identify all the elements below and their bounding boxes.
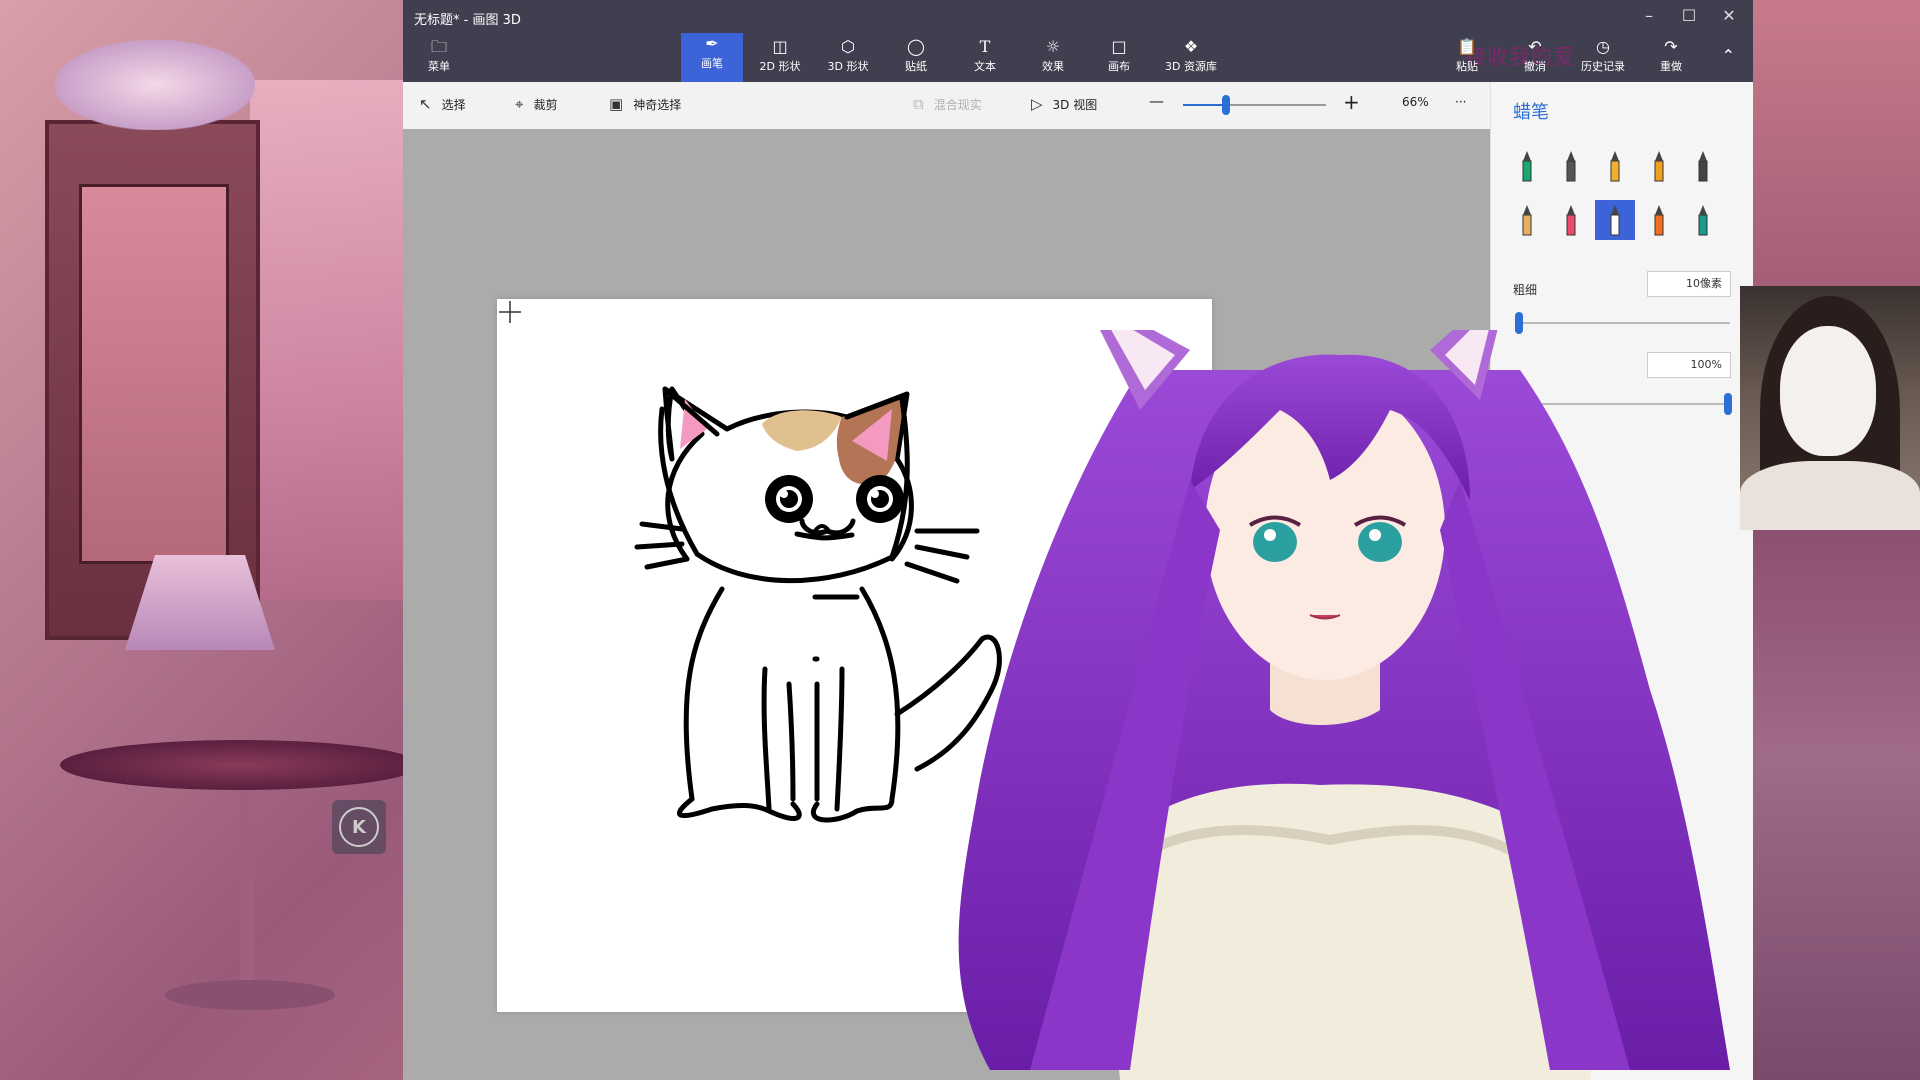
spray-can-icon bbox=[1654, 205, 1664, 236]
crosshair-cursor-icon bbox=[499, 301, 521, 323]
brush-pixel-pen[interactable] bbox=[1683, 146, 1723, 186]
eraser-icon bbox=[1566, 205, 1576, 236]
select-tool[interactable]: ↖ 选择 bbox=[419, 95, 466, 113]
thickness-slider[interactable] bbox=[1515, 312, 1730, 334]
view-3d-icon: ▷ bbox=[1031, 95, 1043, 113]
redo-button[interactable]: ↷ 重做 bbox=[1640, 36, 1702, 82]
panel-title: 蜡笔 bbox=[1513, 102, 1549, 123]
paste-icon: 📋 bbox=[1457, 37, 1477, 56]
taskbar-app-k[interactable]: K bbox=[332, 800, 386, 854]
window-title: 无标题* - 画图 3D bbox=[414, 13, 521, 28]
2d-shapes-icon: ◫ bbox=[772, 37, 788, 56]
workspace[interactable] bbox=[403, 129, 1490, 1080]
thickness-input[interactable]: 10像素 bbox=[1647, 271, 1731, 297]
effects-icon: ☼ bbox=[1045, 37, 1061, 56]
bg-window bbox=[250, 80, 410, 600]
brush-fill-bucket[interactable] bbox=[1683, 200, 1723, 240]
undo-icon: ↶ bbox=[1528, 37, 1542, 56]
view-3d-button[interactable]: ▷ 3D 视图 bbox=[1031, 95, 1097, 113]
tab-effects[interactable]: ☼ 效果 bbox=[1022, 36, 1084, 82]
webcam-feed bbox=[1740, 286, 1920, 530]
text-icon: T bbox=[979, 37, 991, 56]
more-options-button[interactable]: ··· bbox=[1455, 95, 1466, 109]
brush-watercolor[interactable] bbox=[1639, 146, 1679, 186]
history-button[interactable]: ◷ 历史记录 bbox=[1572, 36, 1634, 82]
thickness-slider-thumb[interactable] bbox=[1515, 312, 1523, 334]
brush-spray-can[interactable] bbox=[1639, 200, 1679, 240]
zoom-slider-thumb[interactable] bbox=[1221, 95, 1230, 115]
tab-stickers[interactable]: ◯ 贴纸 bbox=[885, 36, 947, 82]
3d-shapes-icon: ⬡ bbox=[841, 37, 855, 56]
magic-select-icon: ▣ bbox=[609, 95, 624, 113]
tab-canvas[interactable]: □ 画布 bbox=[1088, 36, 1150, 82]
bg-table bbox=[60, 740, 420, 790]
brush-pencil[interactable] bbox=[1507, 200, 1547, 240]
magic-select-tool[interactable]: ▣ 神奇选择 bbox=[609, 95, 681, 113]
collapse-ribbon-chevron-up-icon[interactable]: ⌃ bbox=[1722, 46, 1735, 65]
zoom-slider[interactable] bbox=[1183, 95, 1326, 115]
marker-icon bbox=[1522, 151, 1532, 182]
stickers-icon: ◯ bbox=[907, 37, 925, 56]
brush-marker[interactable] bbox=[1507, 146, 1547, 186]
zoom-level: 66% bbox=[1402, 95, 1429, 109]
cursor-icon: ↖ bbox=[419, 95, 432, 113]
canvas-icon: □ bbox=[1111, 37, 1127, 56]
pixel-pen-icon bbox=[1698, 151, 1708, 182]
crop-icon: ⌖ bbox=[515, 95, 524, 113]
folder-icon: 🗀 bbox=[430, 37, 447, 56]
tab-text[interactable]: T 文本 bbox=[954, 36, 1016, 82]
thickness-label: 粗细 bbox=[1513, 283, 1538, 297]
history-icon: ◷ bbox=[1596, 37, 1610, 56]
fill-bucket-icon bbox=[1698, 205, 1708, 236]
bg-room-right bbox=[1752, 0, 1920, 1080]
mixed-reality-button[interactable]: ⧉ 混合现实 bbox=[913, 95, 982, 113]
brushes-panel: 蜡笔 粗细 10像素 100% bbox=[1490, 82, 1753, 1080]
brush-icon: ✒ bbox=[705, 34, 719, 53]
undo-button[interactable]: ↶ 撤消 bbox=[1504, 36, 1566, 82]
paste-button[interactable]: 📋 粘贴 bbox=[1436, 36, 1498, 82]
paint3d-window: 无标题* - 画图 3D – ☐ ✕ 🗀 菜单 ✒ 画笔 ◫ 2D 形状 ⬡ 3… bbox=[403, 0, 1753, 1080]
brush-oil-brush[interactable] bbox=[1595, 146, 1635, 186]
opacity-slider[interactable] bbox=[1517, 393, 1732, 415]
webcam-face bbox=[1780, 326, 1876, 456]
close-button[interactable]: ✕ bbox=[1709, 6, 1749, 25]
mixed-reality-icon: ⧉ bbox=[913, 95, 924, 113]
watercolor-icon bbox=[1654, 151, 1664, 182]
title-bar: 无标题* - 画图 3D – ☐ ✕ 🗀 菜单 ✒ 画笔 ◫ 2D 形状 ⬡ 3… bbox=[403, 0, 1753, 82]
pencil-icon bbox=[1522, 205, 1532, 236]
cat-drawing bbox=[634, 386, 1002, 823]
tool-bar: ↖ 选择 ⌖ 裁剪 ▣ 神奇选择 ⧉ 混合现实 ▷ 3D 视图 — + 66% … bbox=[403, 82, 1490, 130]
3d-library-icon: ❖ bbox=[1183, 37, 1199, 56]
zoom-out-button[interactable]: — bbox=[1149, 92, 1164, 110]
k-logo-icon: K bbox=[339, 807, 379, 847]
zoom-in-button[interactable]: + bbox=[1343, 90, 1360, 114]
tab-2d-shapes[interactable]: ◫ 2D 形状 bbox=[749, 36, 811, 82]
drawing-canvas[interactable] bbox=[497, 299, 1212, 1012]
redo-icon: ↷ bbox=[1664, 37, 1678, 56]
brush-calligraphy-pen[interactable] bbox=[1551, 146, 1591, 186]
brush-crayon[interactable] bbox=[1595, 200, 1635, 240]
crop-tool[interactable]: ⌖ 裁剪 bbox=[515, 95, 557, 113]
tab-3d-shapes[interactable]: ⬡ 3D 形状 bbox=[817, 36, 879, 82]
opacity-slider-thumb[interactable] bbox=[1724, 393, 1732, 415]
bg-pillows bbox=[55, 40, 255, 130]
minimize-button[interactable]: – bbox=[1629, 6, 1669, 25]
menu-button[interactable]: 🗀 菜单 bbox=[408, 36, 470, 82]
maximize-button[interactable]: ☐ bbox=[1669, 6, 1709, 25]
oil-brush-icon bbox=[1610, 151, 1620, 182]
calligraphy-pen-icon bbox=[1566, 151, 1576, 182]
opacity-input[interactable]: 100% bbox=[1647, 352, 1731, 378]
tab-brushes[interactable]: ✒ 画笔 bbox=[681, 33, 743, 82]
tab-3d-library[interactable]: ❖ 3D 资源库 bbox=[1160, 36, 1222, 82]
crayon-icon bbox=[1610, 205, 1620, 236]
brush-eraser[interactable] bbox=[1551, 200, 1591, 240]
